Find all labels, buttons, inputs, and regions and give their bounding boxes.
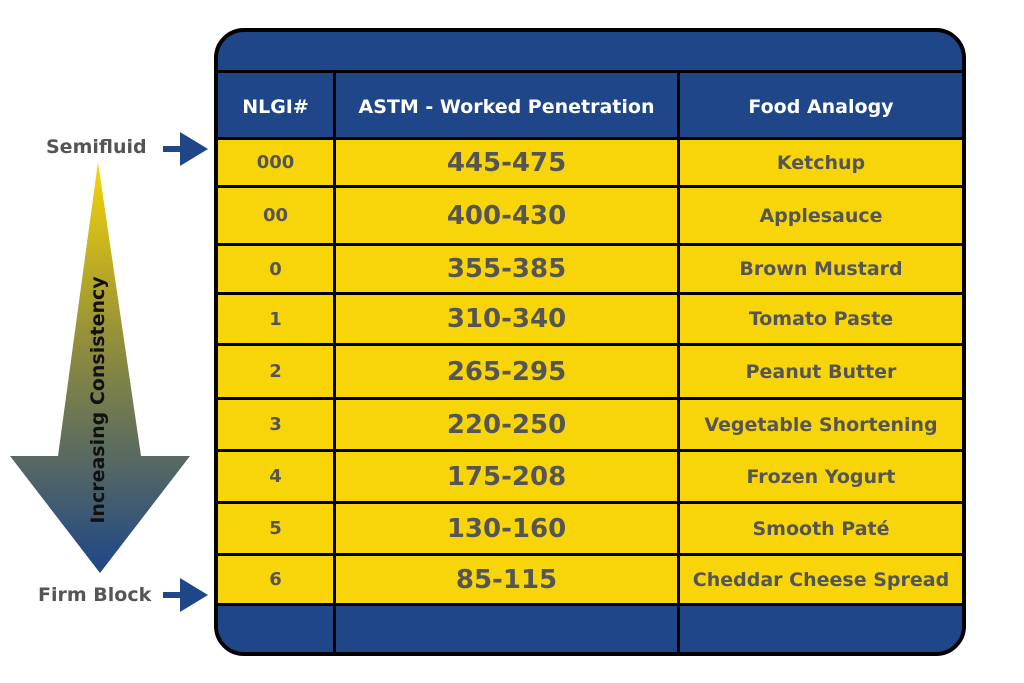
food-analogy-cell: Vegetable Shortening (680, 400, 962, 449)
food-analogy-cell: Ketchup (680, 140, 962, 185)
table-row: 6 85-115 Cheddar Cheese Spread (218, 553, 962, 603)
penetration-cell: 355-385 (336, 246, 680, 292)
nlgi-cell: 0 (218, 246, 336, 292)
penetration-cell: 265-295 (336, 346, 680, 397)
nlgi-cell: 00 (218, 188, 336, 243)
penetration-cell: 85-115 (336, 556, 680, 603)
food-analogy-cell: Applesauce (680, 188, 962, 243)
table-row: 000 445-475 Ketchup (218, 137, 962, 185)
header-food-analogy: Food Analogy (680, 73, 962, 140)
nlgi-cell: 4 (218, 452, 336, 501)
table-row: 0 355-385 Brown Mustard (218, 243, 962, 292)
food-analogy-cell: Brown Mustard (680, 246, 962, 292)
table-row: 3 220-250 Vegetable Shortening (218, 397, 962, 449)
nlgi-cell: 2 (218, 346, 336, 397)
food-analogy-cell: Smooth Paté (680, 504, 962, 553)
penetration-cell: 130-160 (336, 504, 680, 553)
food-analogy-cell: Peanut Butter (680, 346, 962, 397)
nlgi-cell: 1 (218, 295, 336, 343)
nlgi-cell: 000 (218, 140, 336, 185)
penetration-cell: 220-250 (336, 400, 680, 449)
table-row: 5 130-160 Smooth Paté (218, 501, 962, 553)
nlgi-cell: 5 (218, 504, 336, 553)
footer-cell (336, 606, 680, 652)
food-analogy-cell: Cheddar Cheese Spread (680, 556, 962, 603)
footer-cell (680, 606, 962, 652)
table-footer-row (218, 603, 962, 652)
header-nlgi: NLGI# (218, 73, 336, 140)
consistency-arrow-graphic: Increasing Consistency (10, 132, 208, 612)
table-row: 4 175-208 Frozen Yogurt (218, 449, 962, 501)
penetration-cell: 400-430 (336, 188, 680, 243)
firm-block-label: Firm Block (38, 584, 152, 606)
table-row: 1 310-340 Tomato Paste (218, 292, 962, 343)
penetration-cell: 175-208 (336, 452, 680, 501)
nlgi-table: NLGI# ASTM - Worked Penetration Food Ana… (214, 28, 966, 656)
table-row: 2 265-295 Peanut Butter (218, 343, 962, 397)
penetration-cell: 310-340 (336, 295, 680, 343)
header-penetration: ASTM - Worked Penetration (336, 73, 680, 140)
nlgi-cell: 6 (218, 556, 336, 603)
table-header-row: NLGI# ASTM - Worked Penetration Food Ana… (218, 70, 962, 140)
nlgi-cell: 3 (218, 400, 336, 449)
axis-label: Increasing Consistency (87, 276, 109, 524)
semifluid-pointer-icon (163, 132, 208, 166)
firm-block-pointer-icon (163, 578, 208, 612)
semifluid-label: Semifluid (46, 136, 147, 158)
food-analogy-cell: Frozen Yogurt (680, 452, 962, 501)
penetration-cell: 445-475 (336, 140, 680, 185)
table-row: 00 400-430 Applesauce (218, 185, 962, 243)
footer-cell (218, 606, 336, 652)
food-analogy-cell: Tomato Paste (680, 295, 962, 343)
